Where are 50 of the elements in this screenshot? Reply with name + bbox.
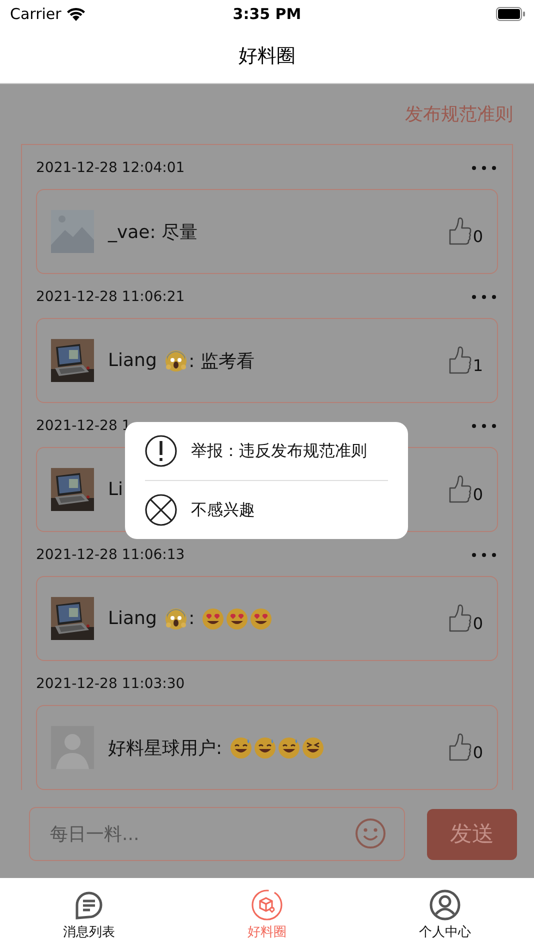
status-time: 3:35 PM [232, 5, 302, 23]
battery-icon [496, 7, 526, 21]
tab[interactable]: 消息列表 [0, 878, 178, 950]
sweat-smile-emoji-icon [278, 736, 300, 758]
like-count: 0 [472, 614, 483, 633]
message-text: Liang [108, 608, 158, 629]
wifi-icon [66, 7, 86, 21]
screaming-face-emoji-icon [164, 608, 187, 630]
image-placeholder-icon [51, 210, 94, 253]
thumbs-up-icon[interactable] [448, 604, 472, 633]
message-input[interactable]: 每日一料... [29, 807, 405, 861]
like-count: 0 [472, 743, 483, 762]
more-icon[interactable] [471, 552, 497, 558]
message-text: : 监考看 [188, 350, 254, 372]
message-text: : [188, 608, 196, 629]
page-title: 好料圈 [238, 44, 296, 68]
thumbs-up-icon[interactable] [448, 733, 472, 762]
close-circle-icon [145, 494, 177, 526]
more-icon[interactable] [471, 294, 497, 300]
smiley-icon[interactable] [355, 818, 386, 849]
heart-eyes-emoji-icon [250, 608, 272, 630]
more-icon[interactable] [471, 423, 497, 429]
like-count: 0 [472, 485, 483, 504]
post-time: 2021-12-28 11:06:21 [36, 289, 185, 305]
like-count: 1 [472, 356, 483, 375]
sweat-smile-emoji-icon [254, 736, 276, 758]
exclamation-icon [145, 435, 177, 467]
thumbs-up-icon[interactable] [448, 346, 472, 375]
post-time: 2021-12-28 12:04:01 [36, 160, 185, 176]
post-time: 2021-12-28 11:06:13 [36, 547, 185, 563]
heart-eyes-emoji-icon [226, 608, 248, 630]
sweat-smile-emoji-icon [230, 736, 252, 758]
more-icon[interactable] [471, 165, 497, 171]
message-text: _vae: 尽量 [108, 220, 198, 244]
user-icon [429, 889, 461, 921]
thumbs-up-icon[interactable] [448, 217, 472, 246]
message-text: Liang [108, 350, 158, 371]
laughing-emoji-icon [302, 736, 324, 758]
menu-item[interactable]: 不感兴趣 [145, 481, 388, 539]
heart-eyes-emoji-icon [202, 608, 224, 630]
message-text: 好料星球用户: [108, 736, 224, 760]
chat-bubble-icon [73, 889, 105, 921]
menu-item[interactable]: 举报：违反发布规范准则 [145, 422, 388, 480]
post-time: 2021-12-28 11:03:30 [36, 676, 185, 692]
thumbs-up-icon[interactable] [448, 475, 472, 504]
like-count: 0 [472, 227, 483, 246]
screaming-face-emoji-icon [164, 350, 187, 372]
tab[interactable]: 个人中心 [356, 878, 534, 950]
carrier-name: Carrier [10, 5, 62, 23]
message-text: Li [108, 479, 124, 500]
